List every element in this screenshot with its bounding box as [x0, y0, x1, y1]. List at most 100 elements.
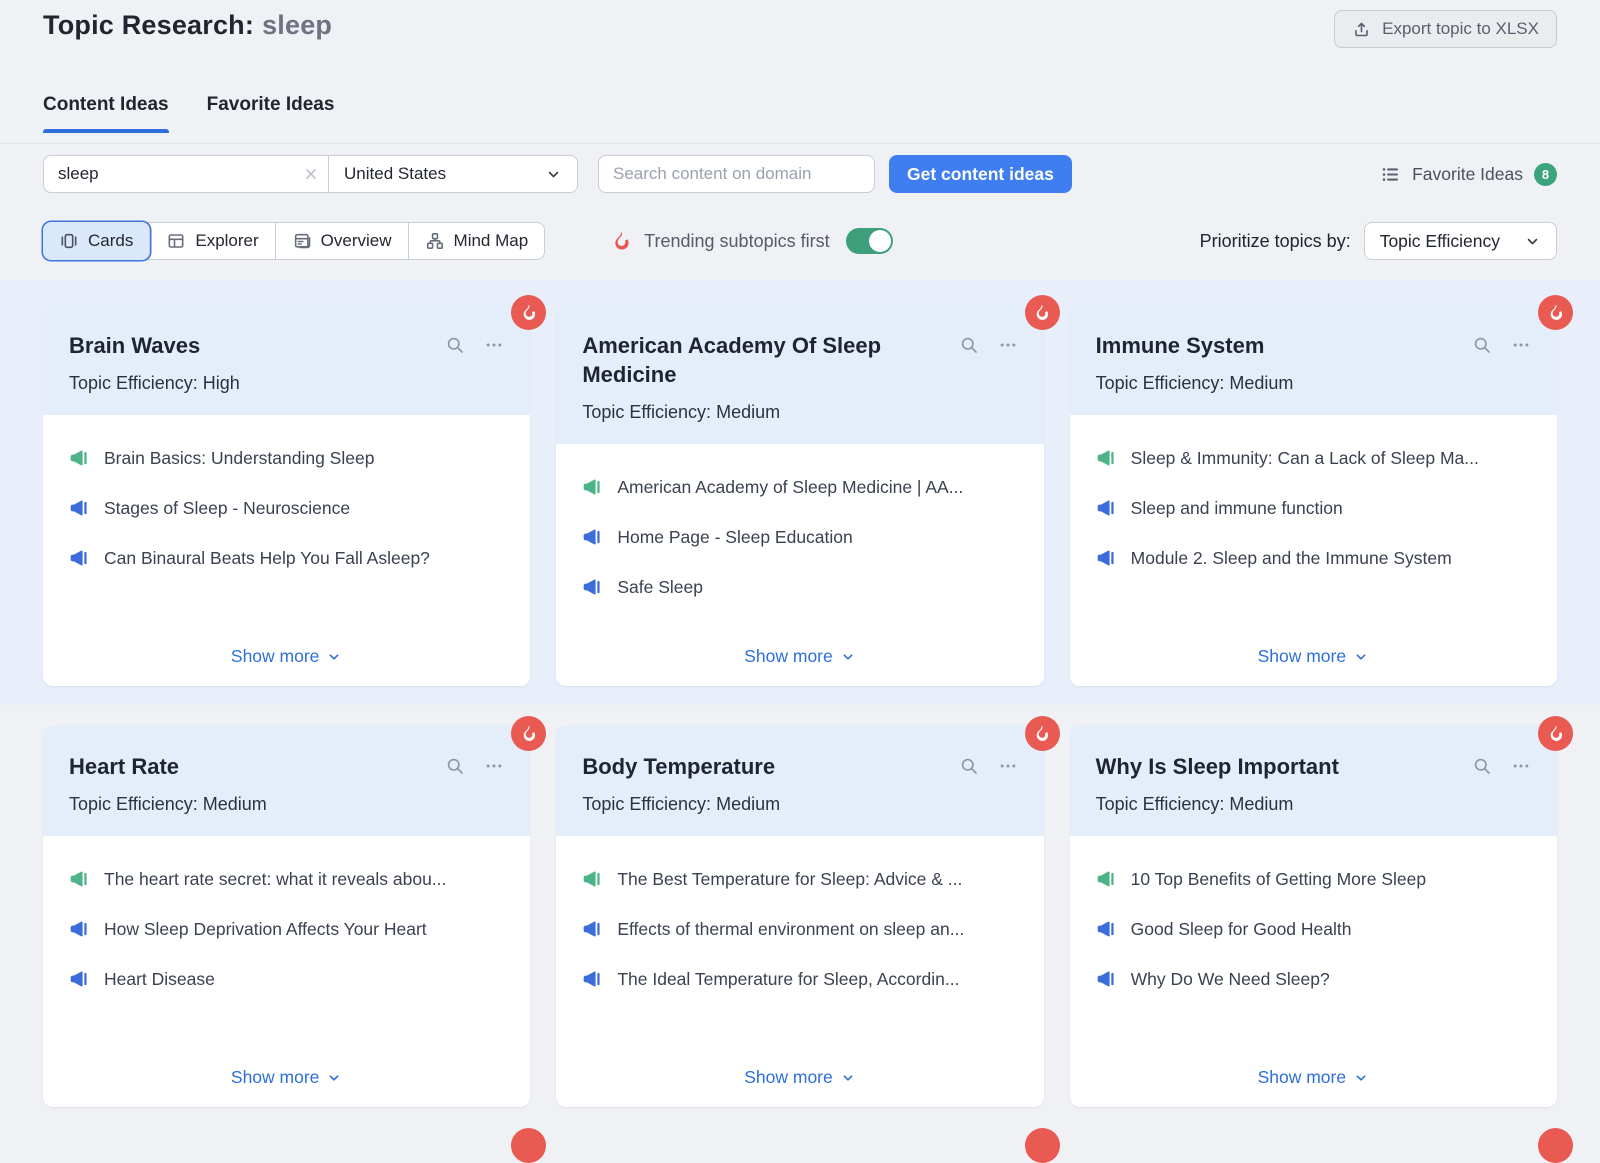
topic-efficiency: Topic Efficiency: Medium	[582, 402, 1017, 423]
megaphone-icon	[582, 869, 602, 889]
show-more-label: Show more	[744, 646, 833, 667]
trending-subtopics-toggle[interactable]	[846, 228, 893, 254]
domain-search-input[interactable]	[598, 155, 875, 193]
export-xlsx-label: Export topic to XLSX	[1382, 19, 1539, 39]
prioritize-topics-select[interactable]: Topic Efficiency	[1364, 222, 1557, 260]
search-topic-icon[interactable]	[1472, 335, 1492, 355]
megaphone-icon	[69, 448, 89, 468]
megaphone-icon	[1096, 919, 1116, 939]
headline-item[interactable]: American Academy of Sleep Medicine | AA.…	[582, 476, 1017, 499]
headline-item[interactable]: The Ideal Temperature for Sleep, Accordi…	[582, 968, 1017, 991]
show-more-label: Show more	[231, 1067, 320, 1088]
topic-title[interactable]: Brain Waves	[69, 331, 200, 360]
search-topic-icon[interactable]	[445, 335, 465, 355]
headline-item[interactable]: How Sleep Deprivation Affects Your Heart	[69, 918, 504, 941]
headline-item[interactable]: Good Sleep for Good Health	[1096, 918, 1531, 941]
trending-flame-badge	[1538, 295, 1573, 330]
topic-efficiency: Topic Efficiency: Medium	[1096, 373, 1531, 394]
export-xlsx-button[interactable]: Export topic to XLSX	[1334, 10, 1557, 48]
topic-title[interactable]: American Academy Of Sleep Medicine	[582, 331, 944, 389]
trending-flame-badge	[1025, 295, 1060, 330]
country-select[interactable]: United States	[329, 156, 577, 192]
trending-flame-badge	[1025, 716, 1060, 751]
tab-favorite-ideas[interactable]: Favorite Ideas	[207, 94, 335, 133]
show-more-label: Show more	[1258, 1067, 1347, 1088]
view-tab-overview[interactable]: Overview	[276, 223, 409, 259]
show-more-link[interactable]: Show more	[231, 646, 343, 667]
view-tab-cards[interactable]: Cards	[43, 222, 150, 260]
trending-flame-badge	[511, 716, 546, 751]
headline-item[interactable]: The heart rate secret: what it reveals a…	[69, 868, 504, 891]
search-topic-icon[interactable]	[959, 335, 979, 355]
headline-item[interactable]: Why Do We Need Sleep?	[1096, 968, 1531, 991]
megaphone-icon	[582, 527, 602, 547]
headline-item[interactable]: 10 Top Benefits of Getting More Sleep	[1096, 868, 1531, 891]
topic-card-body: The heart rate secret: what it reveals a…	[43, 836, 530, 1107]
show-more-link[interactable]: Show more	[744, 1067, 856, 1088]
headline-item[interactable]: Stages of Sleep - Neuroscience	[69, 497, 504, 520]
headline-item[interactable]: Can Binaural Beats Help You Fall Asleep?	[69, 547, 504, 570]
topic-title[interactable]: Body Temperature	[582, 752, 775, 781]
toggle-knob	[869, 230, 891, 252]
topic-card-why-is-sleep-important: Why Is Sleep Important Topic Efficiency:…	[1070, 725, 1557, 1107]
megaphone-icon	[69, 869, 89, 889]
more-options-icon[interactable]	[998, 335, 1018, 355]
more-options-icon[interactable]	[1511, 756, 1531, 776]
headline-text: American Academy of Sleep Medicine | AA.…	[617, 476, 963, 499]
show-more-link[interactable]: Show more	[1258, 1067, 1370, 1088]
topic-efficiency: Topic Efficiency: Medium	[582, 794, 1017, 815]
headline-item[interactable]: The Best Temperature for Sleep: Advice &…	[582, 868, 1017, 891]
show-more-link[interactable]: Show more	[1258, 646, 1370, 667]
headline-item[interactable]: Heart Disease	[69, 968, 504, 991]
headline-item[interactable]: Module 2. Sleep and the Immune System	[1096, 547, 1531, 570]
topic-card-immune-system: Immune System Topic Efficiency: Medium S…	[1070, 304, 1557, 686]
clear-keyword-icon[interactable]	[293, 156, 328, 192]
megaphone-icon	[1096, 869, 1116, 889]
chevron-down-icon	[840, 1070, 856, 1086]
show-more-label: Show more	[1258, 646, 1347, 667]
topic-title[interactable]: Why Is Sleep Important	[1096, 752, 1339, 781]
chevron-down-icon	[840, 649, 856, 665]
headline-item[interactable]: Brain Basics: Understanding Sleep	[69, 447, 504, 470]
keyword-input[interactable]	[44, 156, 293, 192]
more-options-icon[interactable]	[998, 756, 1018, 776]
headline-text: Sleep & Immunity: Can a Lack of Sleep Ma…	[1131, 447, 1479, 470]
megaphone-icon	[1096, 969, 1116, 989]
prioritize-topics-label: Prioritize topics by:	[1200, 231, 1351, 252]
megaphone-icon	[69, 498, 89, 518]
favorite-ideas-link[interactable]: Favorite Ideas 8	[1380, 163, 1557, 186]
topic-title[interactable]: Immune System	[1096, 331, 1265, 360]
tab-content-ideas[interactable]: Content Ideas	[43, 94, 169, 133]
headline-item[interactable]: Safe Sleep	[582, 576, 1017, 599]
get-content-ideas-button[interactable]: Get content ideas	[889, 155, 1072, 193]
trending-flame-badge	[1538, 1128, 1573, 1163]
megaphone-icon	[582, 969, 602, 989]
topic-card-body: Brain Basics: Understanding Sleep Stages…	[43, 415, 530, 686]
megaphone-icon	[1096, 548, 1116, 568]
search-topic-icon[interactable]	[959, 756, 979, 776]
headline-text: Stages of Sleep - Neuroscience	[104, 497, 350, 520]
megaphone-icon	[69, 969, 89, 989]
view-tab-mindmap[interactable]: Mind Map	[409, 223, 545, 259]
more-options-icon[interactable]	[484, 335, 504, 355]
view-tab-overview-label: Overview	[321, 231, 392, 251]
show-more-link[interactable]: Show more	[231, 1067, 343, 1088]
headline-item[interactable]: Sleep & Immunity: Can a Lack of Sleep Ma…	[1096, 447, 1531, 470]
headline-item[interactable]: Sleep and immune function	[1096, 497, 1531, 520]
search-topic-icon[interactable]	[445, 756, 465, 776]
show-more-link[interactable]: Show more	[744, 646, 856, 667]
headline-item[interactable]: Effects of thermal environment on sleep …	[582, 918, 1017, 941]
headline-text: The Best Temperature for Sleep: Advice &…	[617, 868, 962, 891]
headline-text: Why Do We Need Sleep?	[1131, 968, 1330, 991]
more-options-icon[interactable]	[484, 756, 504, 776]
topic-efficiency-value: High	[203, 373, 240, 393]
headline-item[interactable]: Home Page - Sleep Education	[582, 526, 1017, 549]
view-tab-explorer[interactable]: Explorer	[150, 223, 275, 259]
upload-icon	[1352, 20, 1371, 39]
search-topic-icon[interactable]	[1472, 756, 1492, 776]
topic-efficiency-label: Topic Efficiency:	[1096, 373, 1225, 393]
more-options-icon[interactable]	[1511, 335, 1531, 355]
keyword-country-group: United States	[43, 155, 578, 193]
topic-title[interactable]: Heart Rate	[69, 752, 179, 781]
topic-efficiency: Topic Efficiency: Medium	[69, 794, 504, 815]
